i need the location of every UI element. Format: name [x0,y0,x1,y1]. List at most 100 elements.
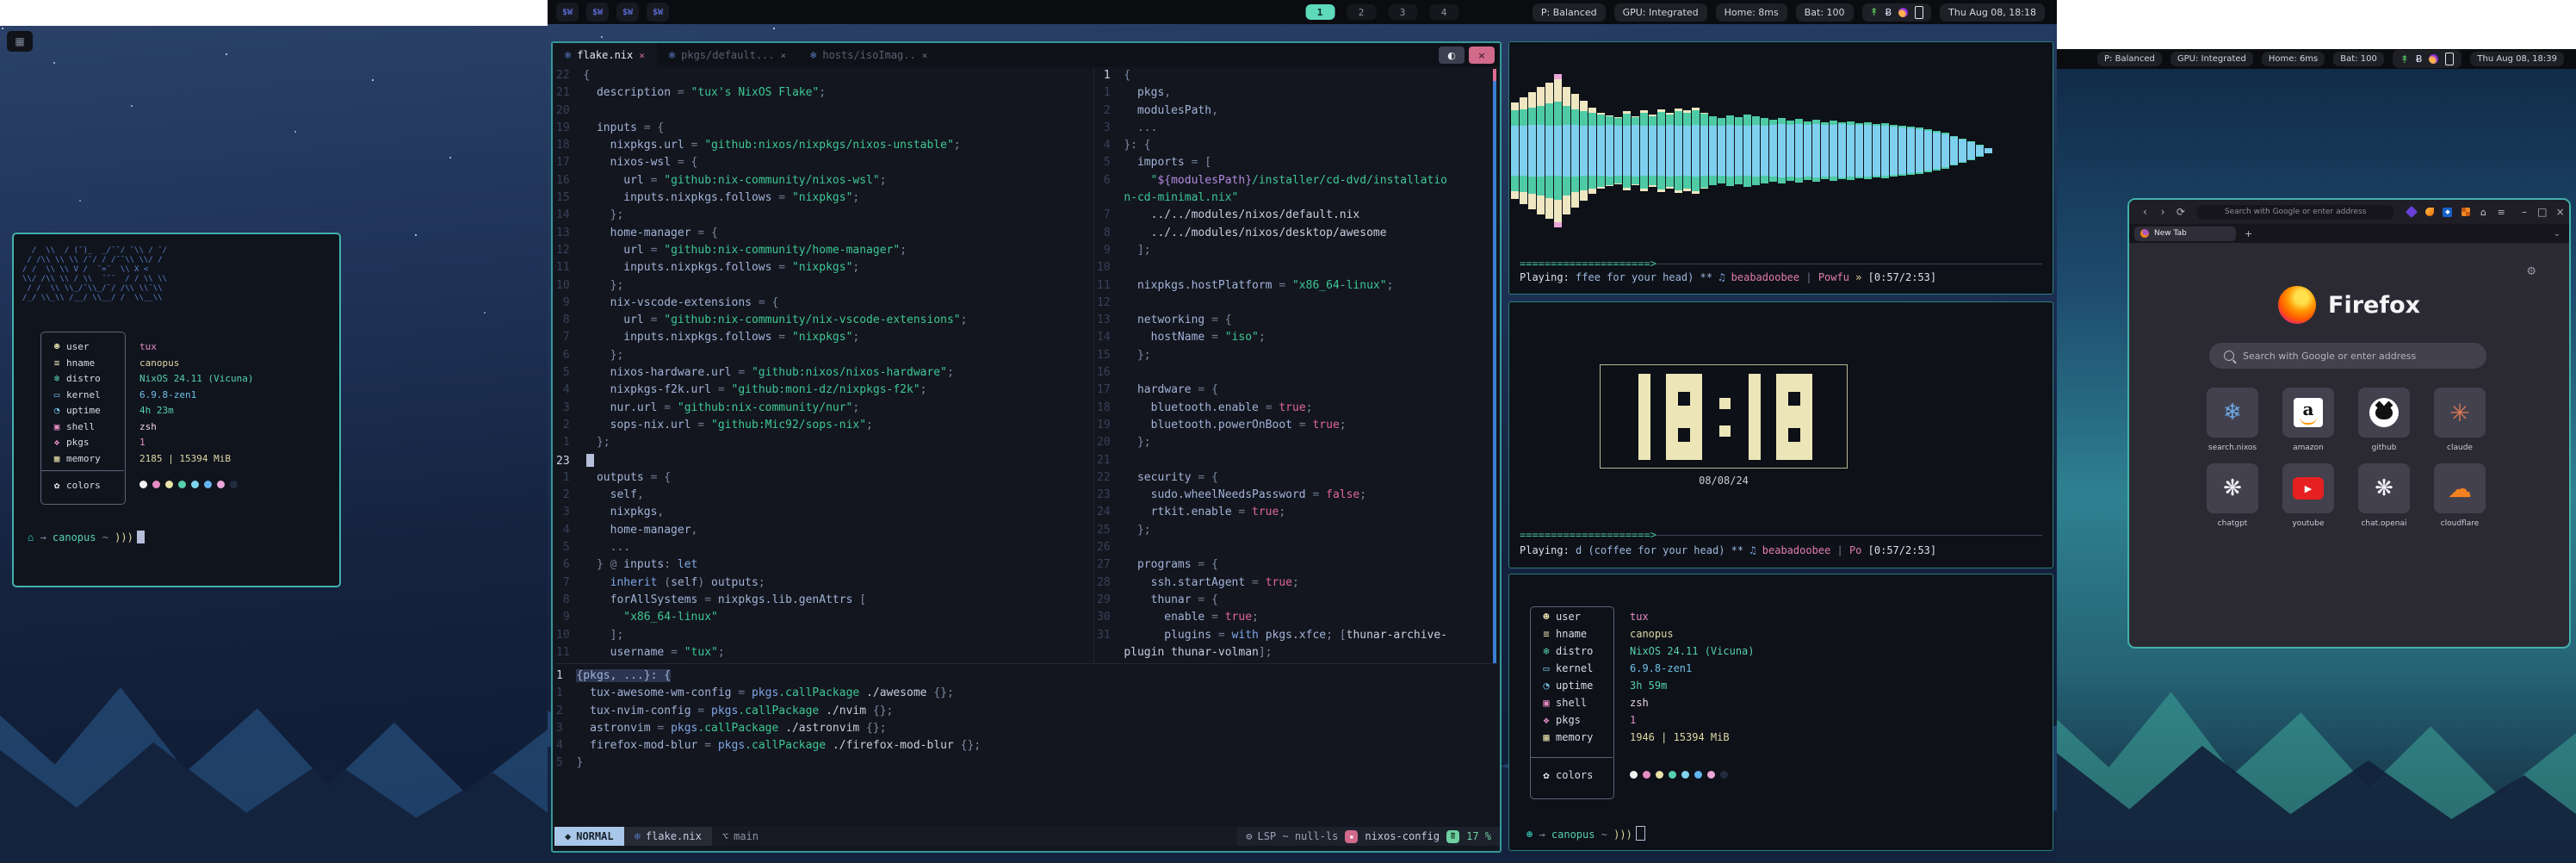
maximize-button[interactable]: □ [2533,206,2551,218]
code-line: 15 }; [1097,349,1493,366]
shortcut-chatgpt[interactable]: ❋chatgpt [2207,463,2258,528]
close-icon[interactable]: × [781,50,787,61]
url-bar[interactable]: Search with Google or enter address [2196,205,2394,220]
reload-button[interactable]: ⟳ [2172,206,2190,218]
code-pane-pkgs-default[interactable]: 1 {pkgs, ...}: {1 tux-awesome-wm-config … [556,669,1498,824]
shortcut-tile[interactable]: ✳ [2434,388,2486,438]
shortcut-chat.openai[interactable]: ❋chat.openai [2358,463,2410,528]
shortcut-tile[interactable]: ❄ [2207,388,2258,438]
close-icon[interactable]: × [922,50,928,61]
bitwarden-icon[interactable]: ◆ [2439,208,2457,217]
shortcut-tile[interactable] [2358,388,2410,438]
code-line: 7 inherit (self) outputs; [556,576,1092,593]
neovim-window[interactable]: ❄flake.nix×❄pkgs/default...×❄hosts/isoIm… [551,41,1502,853]
shortcut-tile[interactable]: ❋ [2358,463,2410,513]
scroll-icon: ≣ [1446,830,1459,843]
code-line: 4 home-manager, [556,524,1092,541]
gear-icon[interactable]: ⚙ [2526,265,2536,278]
status-pill[interactable]: Bat: 100 [2333,52,2384,66]
extension-orange-icon[interactable] [2421,208,2439,216]
shell-prompt[interactable]: ☻ → canopus ~ ))) [1526,826,1645,841]
close-icon[interactable]: × [639,50,645,61]
tab-list-expand-icon[interactable]: ⌄ [2554,229,2561,239]
code-line: 1 {pkgs, ...}: { [556,669,1498,686]
shortcut-youtube[interactable]: ▶ youtube [2282,463,2334,528]
shortcut-tile[interactable]: ☁ [2434,463,2486,513]
shortcut-tile[interactable]: a [2282,388,2334,438]
window-close-button[interactable]: × [1469,47,1495,64]
status-pill[interactable]: Home: 8ms [1716,3,1787,22]
tab-new-tab[interactable]: New Tab [2134,227,2236,241]
lsp-status: ⚙ LSP ~ null-ls [1246,830,1338,842]
firefox-wordmark: Firefox [2328,292,2420,319]
code-line: 9 nix-vscode-extensions = { [556,296,1092,314]
theme-toggle-button[interactable]: ◐ [1439,47,1464,64]
forward-button[interactable]: › [2154,206,2172,218]
shortcut-cloudflare[interactable]: ☁cloudflare [2434,463,2486,528]
color-temp-icon [2429,54,2438,64]
wezterm-icon[interactable]: $W [586,3,609,22]
hostname-icon: ≡ [47,357,66,369]
code-pane-iso-image[interactable]: 1 { 1 pkgs, 2 modulesPath, 3 ... 4 }: { … [1097,69,1493,663]
workspace-tag-3[interactable]: 3 [1388,4,1417,20]
bluetooth-icon: Ƀ [1886,8,1892,17]
extension-purple-icon[interactable] [2403,208,2421,216]
buffer-tab-flake-nix[interactable]: ❄flake.nix× [553,43,657,67]
wezterm-icon[interactable]: $W [556,3,579,22]
fetch-row-uptime: ◔uptime3h 59m [1537,680,1667,692]
workspace-tag-1[interactable]: 1 [1305,4,1334,20]
shortcut-tile[interactable]: ❋ [2207,463,2258,513]
workspace-tags: 1234 [1305,0,1458,24]
branch-icon: ⌥ [722,830,728,842]
status-pill[interactable]: GPU: Integrated [2170,52,2253,66]
wezterm-icon[interactable]: $W [616,3,639,22]
workspace-tag-4[interactable]: 4 [1429,4,1458,20]
fetch-terminal-panel[interactable]: ☻usertux≡hnamecanopus❄distroNixOS 24.11 … [1508,574,2053,851]
clock-widget[interactable]: Thu Aug 08, 18:18 [1940,3,2045,22]
minimize-button[interactable]: – [2516,206,2534,218]
wezterm-icon[interactable]: $W [647,3,669,22]
shortcut-amazon[interactable]: aamazon [2282,388,2334,452]
shortcut-tile[interactable]: ▶ [2282,463,2334,513]
fetch-row-distro: ❄distroNixOS 24.11 (Vicuna) [47,373,253,384]
statusline: ◆ NORMAL ❄ flake.nix ⌥ main ⚙ LSP ~ null… [554,827,1500,846]
code-line: 3 nixpkgs, [556,506,1092,523]
code-line: 1 outputs = { [556,471,1092,488]
terminal-window[interactable]: / \\ / (¯)_ _/¯¯/ ¯\\ / ¯/ / /\\ \\ \\ /… [12,233,341,587]
menu-icon[interactable]: ≡ [2492,207,2511,218]
code-line: 3 nur.url = "github:nix-community/nur"; [556,401,1092,419]
workspace-tag-2[interactable]: 2 [1347,4,1376,20]
sidebar-icon[interactable]: ⌂ [2474,207,2492,218]
clock-digit-1 [1638,374,1650,460]
search-input[interactable]: Search with Google or enter address [2209,343,2486,369]
status-pill[interactable]: Home: 6ms [2262,52,2325,66]
buffer-tab-pkgs-default-[interactable]: ❄pkgs/default...× [657,43,798,67]
shortcut-label: youtube [2292,519,2324,528]
new-tab-button[interactable]: + [2245,228,2252,239]
shell-prompt[interactable]: ⌂ → canopus ~ ))) [28,531,145,543]
close-button[interactable]: × [2551,206,2569,218]
clock-widget[interactable]: Thu Aug 08, 18:39 [2470,52,2564,66]
status-pill[interactable]: GPU: Integrated [1614,3,1707,22]
bluetooth-icon: Ƀ [2416,54,2423,64]
status-pill[interactable]: P: Balanced [1533,3,1606,22]
openai-icon: ❋ [2375,475,2393,501]
status-pill[interactable]: Bat: 100 [1796,3,1854,22]
status-pill[interactable]: P: Balanced [2097,52,2162,66]
scrollbar[interactable] [1493,69,1496,663]
clock-panel[interactable]: 08/08/24 =====================> Playing:… [1508,301,2053,568]
search-icon [2224,351,2234,361]
launcher-icon[interactable]: ▦ [7,31,33,52]
firefox-window[interactable]: ‹ › ⟳ Search with Google or enter addres… [2127,198,2571,649]
buffer-tab-hosts-isoImag-[interactable]: ❄hosts/isoImag..× [798,43,939,67]
shortcut-search.nixos[interactable]: ❄search.nixos [2207,388,2258,452]
back-button[interactable]: ‹ [2136,206,2154,218]
music-visualizer-panel[interactable]: =====================> Playing: ffee for… [1508,41,2053,295]
right-monitor: P: Balanced GPU: Integrated Home: 6ms Bat: … [2057,49,2576,863]
code-line: 11 nixpkgs.hostPlatform = "x86_64-linux"… [1097,279,1493,296]
shortcut-claude[interactable]: ✳claude [2434,388,2486,452]
code-pane-flake-nix[interactable]: 22 {21 description = "tux's NixOS Flake"… [556,69,1092,663]
extension-grid-icon[interactable] [2456,208,2474,216]
code-line: 21 [1097,454,1493,471]
shortcut-github[interactable]: github [2358,388,2410,452]
